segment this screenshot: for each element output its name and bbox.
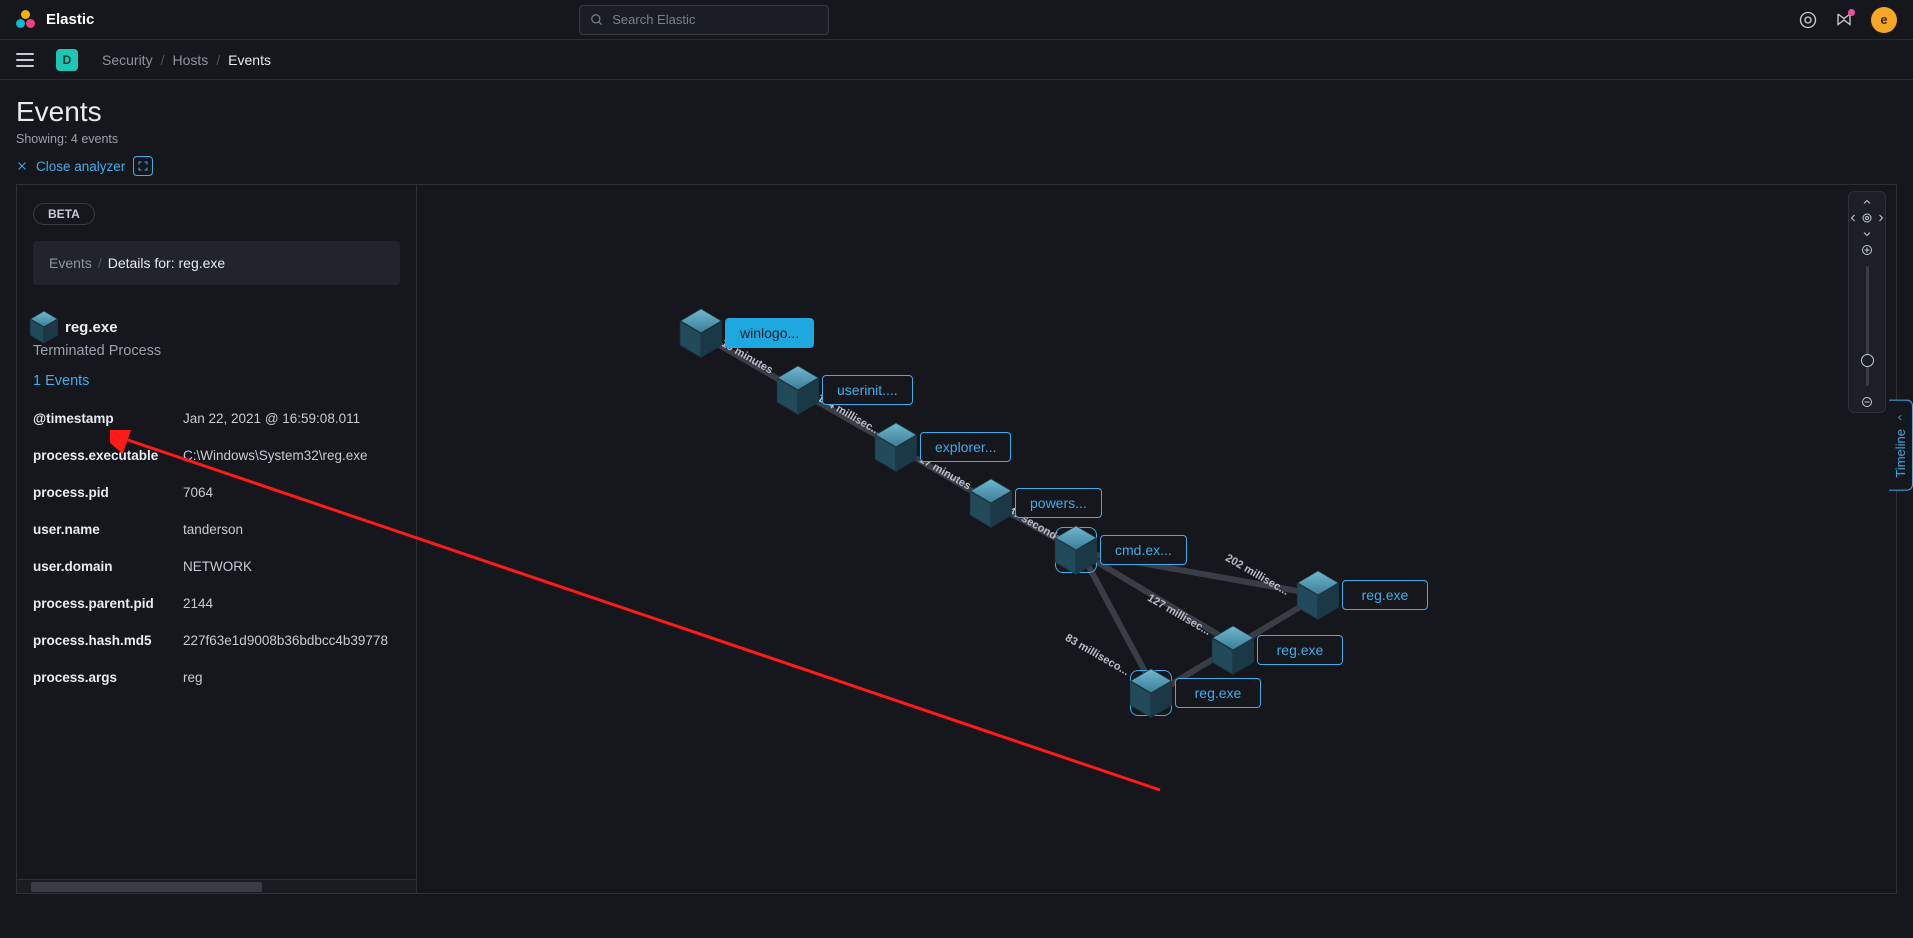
field-value: NETWORK (183, 559, 402, 574)
process-cube-icon (33, 315, 55, 339)
node-label: cmd.ex... (1100, 535, 1187, 565)
node-cmd[interactable]: cmd.ex... (1060, 532, 1187, 568)
node-label: reg.exe (1175, 678, 1261, 708)
field-key: @timestamp (33, 411, 183, 426)
field-value: 7064 (183, 485, 402, 500)
field-value: reg (183, 670, 402, 685)
field-key: process.hash.md5 (33, 633, 183, 648)
search-placeholder: Search Elastic (612, 12, 695, 27)
timeline-flyout-tab[interactable]: Timeline (1889, 400, 1913, 491)
nav-row: D Security / Hosts / Events (0, 40, 1913, 80)
panel-breadcrumb: Events/Details for: reg.exe (33, 241, 400, 285)
newsfeed-icon[interactable] (1835, 11, 1853, 29)
field-value: 227f63e1d9008b36bdbcc4b39778 (183, 633, 402, 648)
process-status: Terminated Process (33, 343, 416, 359)
beta-badge: BETA (33, 203, 95, 225)
zoom-control[interactable] (1848, 191, 1886, 413)
breadcrumb-events: Events (228, 52, 271, 68)
field-key: user.domain (33, 559, 183, 574)
node-label: explorer... (920, 432, 1011, 462)
cube-icon (1217, 632, 1249, 668)
node-powershell[interactable]: powers... (975, 485, 1102, 521)
cube-icon (975, 485, 1007, 521)
cube-icon (880, 429, 912, 465)
timeline-label: Timeline (1893, 429, 1908, 478)
close-analyzer-label: Close analyzer (36, 159, 125, 174)
space-selector[interactable]: D (56, 49, 78, 71)
node-label: reg.exe (1342, 580, 1428, 610)
node-label: userinit.... (822, 375, 913, 405)
cube-icon (782, 372, 814, 408)
field-value: Jan 22, 2021 @ 16:59:08.011 (183, 411, 402, 426)
node-label: powers... (1015, 488, 1102, 518)
help-icon[interactable] (1799, 11, 1817, 29)
field-key: process.parent.pid (33, 596, 183, 611)
chevron-up-icon[interactable] (1861, 196, 1873, 208)
sidebar-horizontal-scrollbar[interactable] (17, 879, 416, 893)
brand-name: Elastic (46, 11, 94, 28)
page-subtitle: Showing: 4 events (16, 132, 1897, 146)
breadcrumb-security[interactable]: Security (102, 52, 153, 68)
page-header: Events Showing: 4 events (0, 80, 1913, 156)
top-bar: Elastic Search Elastic e (0, 0, 1913, 40)
node-reg-selected[interactable]: reg.exe (1135, 675, 1261, 711)
panel-crumb-events[interactable]: Events (49, 255, 92, 271)
process-tree-graph[interactable]: 10 minutes 184 millisec... 17 minutes 47… (417, 185, 1896, 893)
node-winlogon[interactable]: winlogo... (685, 315, 814, 351)
user-avatar[interactable]: e (1871, 7, 1897, 33)
node-label: reg.exe (1257, 635, 1343, 665)
events-count-link[interactable]: 1 Events (33, 373, 416, 389)
analyzer-controls: Close analyzer (0, 156, 1913, 184)
close-analyzer-button[interactable]: Close analyzer (16, 159, 125, 174)
breadcrumb-hosts[interactable]: Hosts (172, 52, 208, 68)
process-name: reg.exe (65, 319, 118, 336)
cube-icon (1135, 675, 1167, 711)
cube-icon (1060, 532, 1092, 568)
node-reg-1[interactable]: reg.exe (1302, 577, 1428, 613)
zoom-out-icon[interactable] (1861, 396, 1873, 408)
zoom-in-icon[interactable] (1861, 244, 1873, 256)
chevron-left-icon (1896, 413, 1906, 423)
cube-icon (685, 315, 717, 351)
elastic-logo-icon (16, 10, 36, 30)
fullscreen-icon (137, 160, 149, 172)
close-icon (16, 160, 28, 172)
process-fields-table: @timestampJan 22, 2021 @ 16:59:08.011 pr… (33, 411, 416, 685)
field-value: 2144 (183, 596, 402, 611)
field-value: tanderson (183, 522, 402, 537)
center-icon[interactable] (1861, 212, 1873, 224)
search-icon (590, 13, 604, 27)
notification-dot-icon (1848, 9, 1855, 16)
field-key: process.executable (33, 448, 183, 463)
details-sidebar: BETA Events/Details for: reg.exe reg.exe… (17, 185, 417, 893)
field-key: process.args (33, 670, 183, 685)
node-userinit[interactable]: userinit.... (782, 372, 913, 408)
node-label: winlogo... (725, 318, 814, 348)
node-reg-2[interactable]: reg.exe (1217, 632, 1343, 668)
field-key: user.name (33, 522, 183, 537)
panel-crumb-current: Details for: reg.exe (108, 255, 226, 271)
field-key: process.pid (33, 485, 183, 500)
chevron-right-icon[interactable] (1875, 212, 1887, 224)
chevron-down-icon[interactable] (1861, 228, 1873, 240)
fullscreen-button[interactable] (133, 156, 153, 176)
menu-toggle-icon[interactable] (16, 53, 34, 67)
cube-icon (1302, 577, 1334, 613)
chevron-left-icon[interactable] (1847, 212, 1859, 224)
zoom-slider[interactable] (1866, 266, 1869, 386)
field-value: C:\Windows\System32\reg.exe (183, 448, 402, 463)
analyzer-panel: BETA Events/Details for: reg.exe reg.exe… (16, 184, 1897, 894)
breadcrumb: Security / Hosts / Events (102, 52, 271, 68)
node-explorer[interactable]: explorer... (880, 429, 1011, 465)
global-search-input[interactable]: Search Elastic (579, 5, 829, 35)
page-title: Events (16, 96, 1897, 128)
